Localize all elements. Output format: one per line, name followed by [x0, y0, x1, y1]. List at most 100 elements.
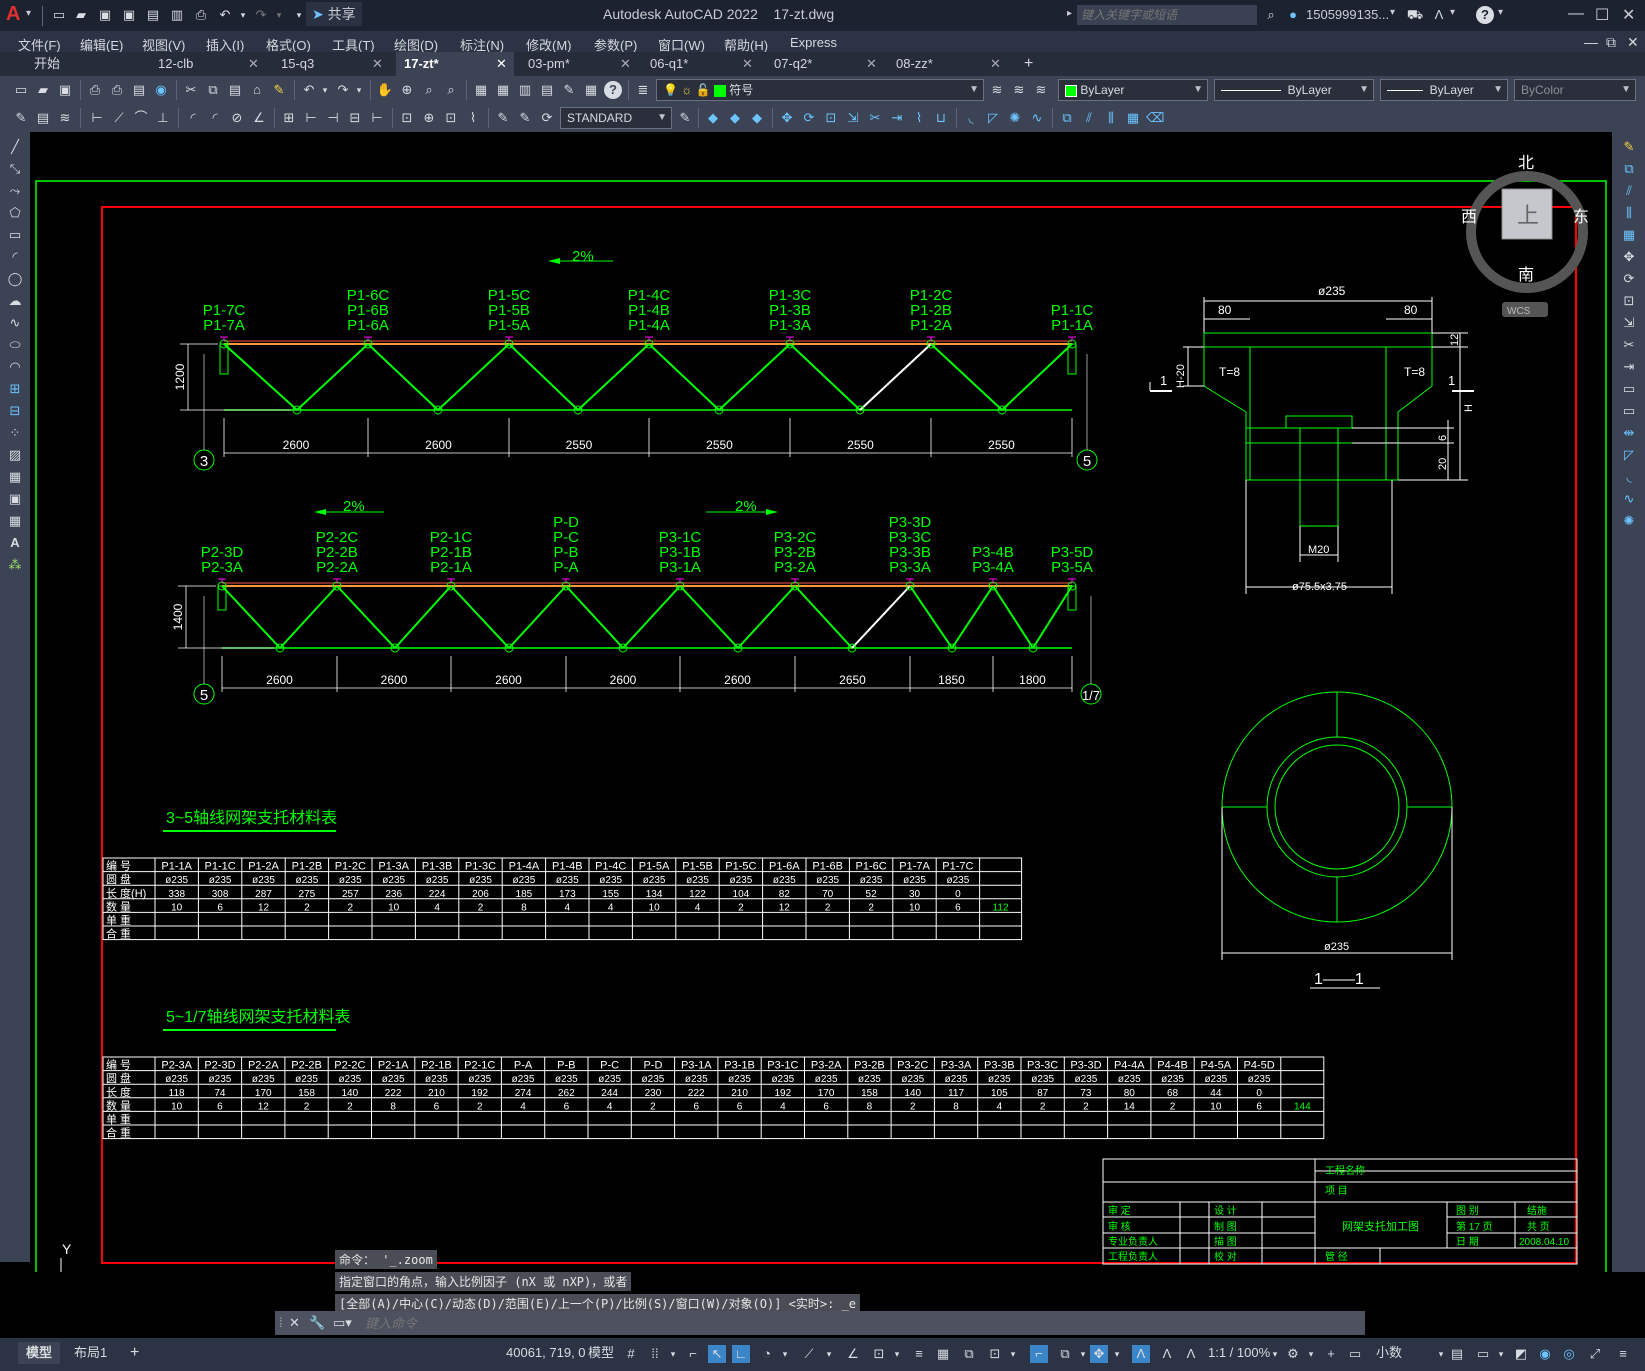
doc-close-button[interactable]: ✕	[1627, 34, 1639, 51]
drawing-canvas[interactable]: 2% 2% 2% P1-7C P1-7A P1-6C P1-6B P1-6A P1-5C P…	[30, 132, 1612, 1316]
mirror-icon[interactable]: ⫽	[1620, 182, 1638, 200]
user-dropdown-icon[interactable]: ▾	[1390, 7, 1395, 18]
construction-line-icon[interactable]: ⤡	[6, 160, 24, 178]
match-properties-icon[interactable]: ⌂	[248, 81, 266, 99]
make-block-icon[interactable]: ⊟	[6, 402, 24, 420]
fullscreen-icon[interactable]: ⤢	[1586, 1345, 1604, 1363]
cart-icon[interactable]: ⛟	[1406, 6, 1424, 24]
new-icon[interactable]: ▭	[50, 6, 68, 24]
close-icon[interactable]: ✕	[742, 52, 753, 76]
orbit-icon[interactable]: ◆	[704, 109, 722, 127]
zoom-previous-icon[interactable]: ⌕	[442, 81, 460, 99]
ellipse-icon[interactable]: ⬭	[6, 336, 24, 354]
open-icon[interactable]: ▰	[72, 6, 90, 24]
infer-constraints-icon[interactable]: ⌐	[684, 1345, 702, 1363]
polygon-icon[interactable]: ⬠	[6, 204, 24, 222]
scale-icon[interactable]: ⊡	[1620, 292, 1638, 310]
continue-dim-icon[interactable]: ⊣	[324, 109, 342, 127]
open-web-icon[interactable]: ▤	[144, 6, 162, 24]
copy-icon[interactable]: ⧉	[204, 81, 222, 99]
lineweight-dropdown[interactable]: ByLayer ▼	[1380, 79, 1508, 101]
selection-cycling-icon[interactable]: ⧉	[960, 1345, 978, 1363]
make-current-layer-icon[interactable]: ≋	[988, 81, 1006, 99]
calculator-icon[interactable]: ▦	[582, 81, 600, 99]
search-icon[interactable]: ⌕	[1262, 6, 1280, 24]
search-expand-icon[interactable]: ▸	[1067, 8, 1072, 19]
dim-break-icon[interactable]: ⊢	[368, 109, 386, 127]
close-icon[interactable]: ✕	[620, 52, 631, 76]
point-icon[interactable]: ⁘	[6, 424, 24, 442]
new-icon[interactable]: ▭	[12, 81, 30, 99]
stretch-icon[interactable]: ⇲	[844, 109, 862, 127]
annotation-monitor-icon[interactable]: +	[1322, 1345, 1340, 1363]
tolerance-icon[interactable]: ⊡	[398, 109, 416, 127]
rotate-icon[interactable]: ⟳	[800, 109, 818, 127]
units-value[interactable]: 小数	[1368, 1342, 1410, 1364]
minimize-button[interactable]: —	[1568, 5, 1584, 23]
revcloud-icon[interactable]: ☁	[6, 292, 24, 310]
zoom-realtime-icon[interactable]: ⊕	[398, 81, 416, 99]
blend-icon[interactable]: ∿	[1028, 109, 1046, 127]
redo-dropdown-icon[interactable]: ▾	[350, 81, 368, 99]
cut-icon[interactable]: ✂	[182, 81, 200, 99]
user-icon[interactable]: ●	[1284, 6, 1302, 24]
save-icon[interactable]: ▣	[56, 81, 74, 99]
help-dropdown-icon[interactable]: ▾	[1498, 7, 1503, 18]
explode-icon[interactable]: ✺	[1006, 109, 1024, 127]
color-dropdown[interactable]: ByLayer ▼	[1058, 79, 1208, 101]
grid-icon[interactable]: #	[622, 1345, 640, 1363]
isolate-objects-icon[interactable]: ◩	[1512, 1345, 1530, 1363]
grip-icon[interactable]: ⁞	[279, 1311, 283, 1335]
stretch-icon[interactable]: ⇲	[1620, 314, 1638, 332]
add-selected-icon[interactable]: ⁂	[6, 556, 24, 574]
share-button[interactable]: ➤ 共享	[306, 2, 362, 26]
move-icon[interactable]: ✥	[778, 109, 796, 127]
close-command-icon[interactable]: ✕	[289, 1311, 300, 1335]
fillet-icon[interactable]: ◟	[1620, 468, 1638, 486]
copy-icon[interactable]: ⧉	[1620, 160, 1638, 178]
break-icon[interactable]: ▭	[1620, 402, 1638, 420]
scale-dropdown-icon[interactable]: ▾	[1266, 1345, 1284, 1363]
dim-update-icon[interactable]: ⟳	[538, 109, 556, 127]
isodraft-dropdown-icon[interactable]: ▾	[820, 1345, 838, 1363]
polar-dropdown-icon[interactable]: ▾	[776, 1345, 794, 1363]
tab-layout1[interactable]: 布局1	[66, 1342, 115, 1364]
dimstyle-dropdown[interactable]: STANDARD ▼	[560, 107, 672, 129]
line-icon[interactable]: ╱	[6, 138, 24, 156]
dimstyle-icon[interactable]: ✎	[676, 109, 694, 127]
join-icon[interactable]: ⇹	[1620, 424, 1638, 442]
compass-north[interactable]: 北	[1518, 154, 1534, 172]
design-center-icon[interactable]: ▦	[494, 81, 512, 99]
compass-south[interactable]: 南	[1518, 266, 1534, 284]
plotstyle-dropdown[interactable]: ByColor ▼	[1514, 79, 1636, 101]
quick-properties-icon[interactable]: ▤	[1448, 1345, 1466, 1363]
model-space-button[interactable]: 模型	[580, 1342, 622, 1364]
selection-filter-icon[interactable]: ⧉	[1056, 1345, 1074, 1363]
maximize-button[interactable]: ☐	[1595, 5, 1609, 25]
close-icon[interactable]: ✕	[248, 52, 259, 76]
a360-dropdown-icon[interactable]: ▾	[1450, 7, 1455, 18]
app-menu-chevron-icon[interactable]: ▾	[26, 8, 31, 19]
lock-ui-dropdown-icon[interactable]: ▾	[1492, 1345, 1510, 1363]
rtext-icon[interactable]: ✎	[12, 109, 30, 127]
erase-icon[interactable]: ✎	[1620, 138, 1638, 156]
gradient-icon[interactable]: ▦	[6, 468, 24, 486]
sheet-set-icon[interactable]: ▤	[538, 81, 556, 99]
ortho-icon[interactable]: ∟	[732, 1345, 750, 1363]
break-icon[interactable]: ⌇	[910, 109, 928, 127]
saveas-icon[interactable]: ▣	[120, 6, 138, 24]
search-input[interactable]	[1077, 5, 1257, 25]
polar-icon[interactable]: ◔	[758, 1345, 776, 1363]
redo-dropdown-icon[interactable]: ▾	[270, 6, 288, 24]
rotate-icon[interactable]: ⟳	[1620, 270, 1638, 288]
help-icon[interactable]: ?	[1476, 6, 1494, 24]
auto-scale-icon[interactable]: Ʌ	[1158, 1345, 1176, 1363]
chamfer-icon[interactable]: ◸	[1620, 446, 1638, 464]
insert-block-icon[interactable]: ⊞	[6, 380, 24, 398]
paste-icon[interactable]: ▤	[226, 81, 244, 99]
trim-icon[interactable]: ✂	[866, 109, 884, 127]
workspace-dropdown-icon[interactable]: ▾	[1302, 1345, 1320, 1363]
jogged-linear-icon[interactable]: ⌇	[464, 109, 482, 127]
layer-states-icon[interactable]: ≋	[1032, 81, 1050, 99]
undo-icon[interactable]: ↶	[216, 6, 234, 24]
